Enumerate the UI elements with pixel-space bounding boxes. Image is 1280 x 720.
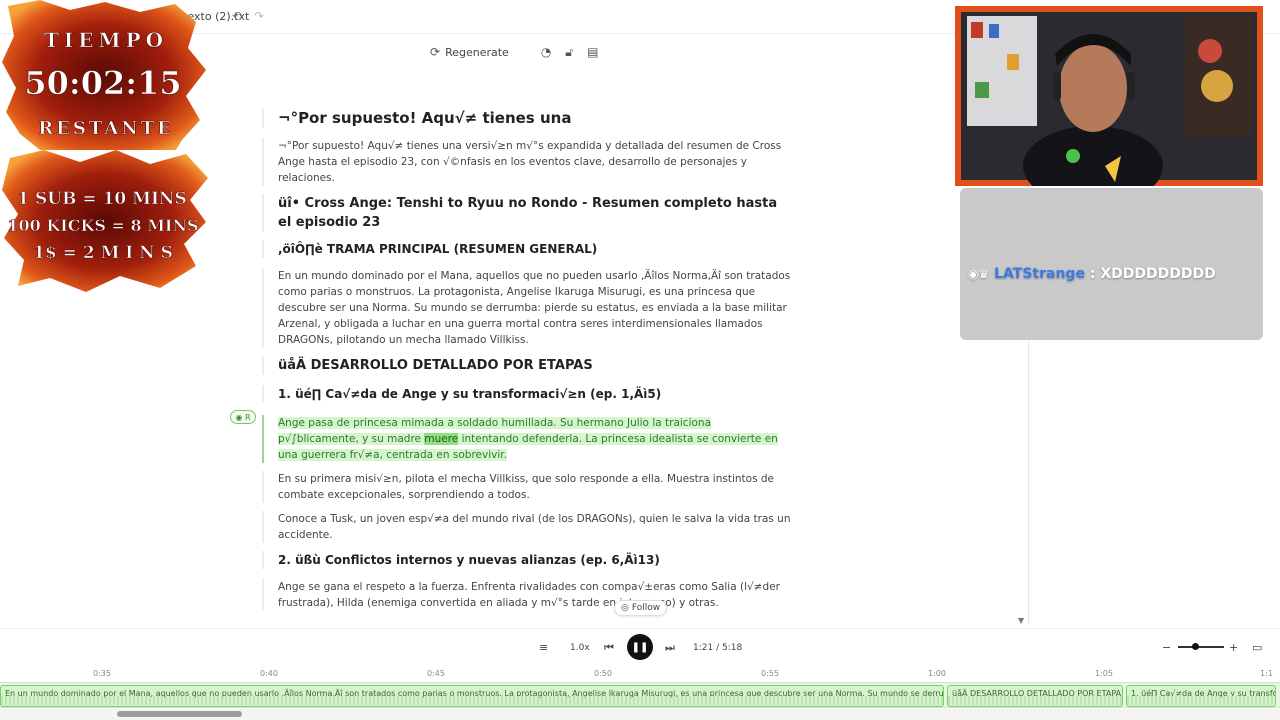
follow-label: Follow (631, 603, 661, 613)
redo-icon[interactable]: ↷ (254, 9, 264, 23)
tick-label: 1:05 (1095, 669, 1113, 678)
timer-label-top: TIEMPO (44, 28, 168, 52)
paragraph-block[interactable]: En un mundo dominado por el Mana, aquell… (262, 268, 792, 348)
pause-button[interactable]: ❚❚ (627, 634, 653, 660)
zoom-slider-handle[interactable] (1192, 643, 1199, 650)
scroll-down-icon[interactable]: ▼ (1018, 616, 1024, 625)
stage1-paragraph-3: Conoce a Tusk, un joven esp√≠a del mundo… (278, 513, 791, 541)
chat-username: LATStrange (994, 266, 1085, 282)
figure (975, 82, 989, 98)
webcam-feed (955, 6, 1263, 186)
marker-label: R (244, 412, 251, 422)
heading-block[interactable]: ,öîÔ∏è TRAMA PRINCIPAL (RESUMEN GENERAL) (262, 240, 792, 258)
stage2-heading: 2. üßù Conflictos internos y nuevas alia… (278, 553, 660, 567)
stage1-heading: 1. üé∏ Ca√≠da de Ange y su transformaci√… (278, 387, 662, 401)
horizontal-scrollbar[interactable] (117, 711, 242, 717)
lock-icon[interactable]: 🔓︎ (565, 45, 573, 60)
speed-button[interactable]: 1.0x (570, 643, 590, 653)
headphones (1053, 72, 1061, 100)
marker-icon: ◉ (235, 412, 245, 422)
person-head (1059, 44, 1127, 132)
section-heading-trama: ,öîÔ∏è TRAMA PRINCIPAL (RESUMEN GENERAL) (278, 242, 598, 256)
user-badge-icon: ◉♛ (968, 267, 990, 281)
skip-forward-icon[interactable]: ⏭ (665, 641, 675, 655)
trama-paragraph: En un mundo dominado por el Mana, aquell… (278, 270, 791, 346)
timer-rule-subs: 1 SUB = 10 MINS (17, 189, 186, 209)
plush-toy (1201, 70, 1233, 102)
section-heading-desarrollo: üåÄ DESARROLLO DETALLADO POR ETAPAS (278, 358, 593, 373)
regenerate-label: Regenerate (445, 45, 509, 59)
heading-block[interactable]: ¬°Por supuesto! Aqu√≠ tienes una (262, 108, 792, 128)
heading-block[interactable]: 2. üßù Conflictos internos y nuevas alia… (262, 551, 792, 569)
follow-button[interactable]: ◎ Follow (614, 600, 668, 616)
current-word: muere (424, 433, 459, 445)
regenerate-button[interactable]: ⟳ Regenerate (430, 45, 509, 59)
stream-timer-overlay: TIEMPO 50:02:15 RESTANTE 1 SUB = 10 MINS… (2, 0, 208, 292)
tick-label: 1:1 (1260, 669, 1273, 678)
heading-block[interactable]: üî• Cross Ange: Tenshi to Ryuu no Rondo … (262, 194, 792, 232)
paragraph-block[interactable]: Ange se gana el respeto a la fuerza. Enf… (262, 579, 792, 611)
zoom-in-icon[interactable]: + (1229, 641, 1238, 654)
pause-icon: ❚❚ (631, 641, 649, 653)
doc-toolbar: ⟳ Regenerate ◔ 🔓︎ ▤ (430, 42, 598, 62)
queue-icon[interactable]: ≡ (539, 641, 548, 654)
active-paragraph-block[interactable]: Ange pasa de princesa mimada a soldado h… (262, 415, 792, 463)
chat-message: ◉♛ LATStrange : XDDDDDDDDD (968, 266, 1216, 282)
main-heading: ¬°Por supuesto! Aqu√≠ tienes una (278, 109, 572, 127)
time-display: 1:21 / 5:18 (693, 643, 743, 653)
waveform (948, 696, 1122, 705)
chat-text: XDDDDDDDDD (1100, 266, 1216, 282)
timer-countdown: 50:02:15 (24, 64, 181, 102)
timer-label-bottom: RESTANTE (38, 118, 174, 139)
title-heading: üî• Cross Ange: Tenshi to Ryuu no Rondo … (278, 196, 778, 230)
zoom-slider[interactable] (1178, 646, 1224, 648)
figure (989, 24, 999, 38)
tick-label: 0:50 (594, 669, 612, 678)
timeline-track[interactable]: En un mundo dominado por el Mana, aquell… (0, 682, 1280, 708)
stage2-paragraph-1: Ange se gana el respeto a la fuerza. Enf… (278, 581, 780, 609)
tick-label: 0:45 (427, 669, 445, 678)
timeline-segment[interactable]: üåÄ DESARROLLO DETALLADO POR ETAPA (947, 685, 1123, 707)
shirt-logo (1066, 149, 1080, 163)
tick-label: 0:40 (260, 669, 278, 678)
chat-separator: : (1084, 266, 1101, 282)
undo-icon[interactable]: ↶ (232, 9, 242, 23)
waveform (1, 696, 943, 705)
waveform (1127, 696, 1275, 705)
fullscreen-icon[interactable]: ▭ (1252, 641, 1262, 654)
paragraph-block[interactable]: Conoce a Tusk, un joven esp√≠a del mundo… (262, 511, 792, 543)
history-icon[interactable]: ◔ (541, 45, 551, 59)
timeline-segment[interactable]: 1. üé∏ Ca√≠da de Ange y su transfo (1126, 685, 1276, 707)
tick-label: 1:00 (928, 669, 946, 678)
plush-toy (1198, 39, 1222, 63)
figure (1007, 54, 1019, 70)
heading-block[interactable]: 1. üé∏ Ca√≠da de Ange y su transformaci√… (262, 385, 792, 403)
refresh-icon: ⟳ (430, 45, 441, 59)
document-icon[interactable]: ▤ (587, 45, 598, 59)
stage1-paragraph-2: En su primera misi√≥n, pilota el mecha V… (278, 473, 774, 501)
paragraph-block[interactable]: ¬°Por supuesto! Aqu√≠ tienes una versi√≥… (262, 138, 792, 186)
heading-block[interactable]: üåÄ DESARROLLO DETALLADO POR ETAPAS (262, 356, 792, 375)
headphones (1127, 72, 1135, 100)
timeline-ruler: 0:35 0:40 0:45 0:50 0:55 1:00 1:05 1:1 (0, 668, 1280, 682)
zoom-out-icon[interactable]: − (1162, 641, 1171, 654)
skip-back-icon[interactable]: ⏮ (604, 641, 614, 655)
highlighted-paragraph: Ange pasa de princesa mimada a soldado h… (278, 415, 792, 463)
tick-label: 0:55 (761, 669, 779, 678)
target-icon: ◎ (621, 603, 629, 613)
tick-label: 0:35 (93, 669, 111, 678)
chat-overlay (960, 188, 1263, 340)
timer-rule-kicks: 100 KICKS = 8 MINS (7, 216, 198, 235)
figure (971, 22, 983, 38)
intro-paragraph: ¬°Por supuesto! Aqu√≠ tienes una versi√≥… (278, 140, 782, 184)
document-body: ¬°Por supuesto! Aqu√≠ tienes una ¬°Por s… (262, 108, 792, 619)
time-current: 1:21 (693, 643, 714, 653)
timer-rule-dollars: 1$ = 2 M I N S (33, 243, 173, 263)
paragraph-block[interactable]: En su primera misi√≥n, pilota el mecha V… (262, 471, 792, 503)
time-total: 5:18 (721, 643, 743, 653)
timeline-segment[interactable]: En un mundo dominado por el Mana, aquell… (0, 685, 944, 707)
playback-marker[interactable]: ◉ R (230, 410, 256, 424)
